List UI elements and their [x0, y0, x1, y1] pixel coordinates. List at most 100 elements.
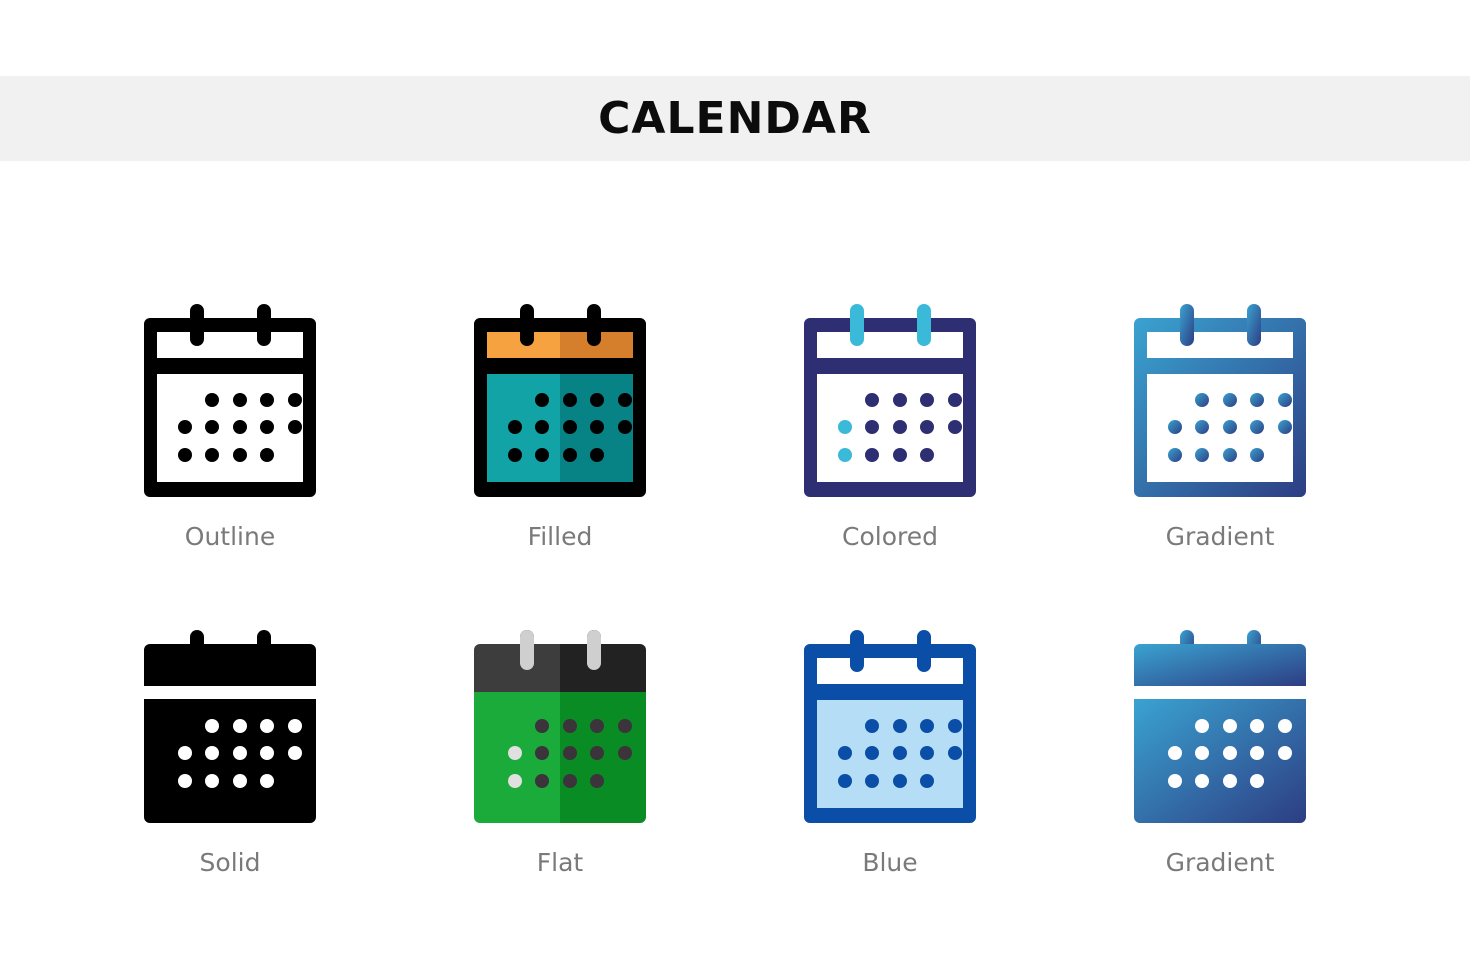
- calendar-day-dot: [865, 774, 879, 788]
- header-block: [144, 644, 316, 686]
- calendar-day-dot: [920, 420, 934, 434]
- header-fill: [474, 644, 560, 692]
- calendar-day-dot: [563, 448, 577, 462]
- calendar-day-dot: [893, 393, 907, 407]
- icon-label: Gradient: [1165, 522, 1275, 551]
- calendar-day-dot: [508, 774, 522, 788]
- calendar-day-dot: [838, 774, 852, 788]
- body-fill: [1143, 372, 1297, 484]
- calendar-day-dot: [1168, 746, 1182, 760]
- header-fill: [813, 656, 967, 686]
- calendar-day-dot: [590, 774, 604, 788]
- calendar-day-dot: [865, 420, 879, 434]
- calendar-day-dot: [260, 448, 274, 462]
- binder-ring: [917, 304, 931, 346]
- body-fill: [153, 372, 307, 484]
- calendar-outline-icon: [144, 304, 316, 497]
- calendar-day-dot: [508, 448, 522, 462]
- header-block: [1134, 644, 1306, 686]
- calendar-day-dot: [1223, 719, 1237, 733]
- calendar-day-dot: [948, 719, 962, 733]
- calendar-day-dot: [535, 420, 549, 434]
- calendar-day-dot: [1195, 746, 1209, 760]
- icon-label: Colored: [842, 522, 938, 551]
- calendar-day-dot: [618, 719, 632, 733]
- header-fill: [153, 330, 307, 360]
- calendar-day-dot: [288, 746, 302, 760]
- icon-card-outline: Outline: [100, 302, 360, 602]
- icon-card-filled: Filled: [430, 302, 690, 602]
- calendar-day-dot: [1195, 420, 1209, 434]
- calendar-day-dot: [205, 448, 219, 462]
- calendar-day-dot: [288, 719, 302, 733]
- calendar-day-dot: [535, 746, 549, 760]
- icon-label: Gradient: [1165, 848, 1275, 877]
- calendar-day-dot: [1278, 746, 1292, 760]
- calendar-gradient-solid-icon: [1134, 630, 1306, 823]
- calendar-day-dot: [1250, 719, 1264, 733]
- calendar-filled-icon: [474, 304, 646, 497]
- calendar-day-dot: [178, 420, 192, 434]
- calendar-day-dot: [233, 746, 247, 760]
- calendar-day-dot: [205, 719, 219, 733]
- binder-ring: [190, 304, 204, 346]
- calendar-day-dot: [233, 448, 247, 462]
- calendar-day-dot: [563, 774, 577, 788]
- calendar-day-dot: [920, 719, 934, 733]
- calendar-day-dot: [920, 393, 934, 407]
- calendar-day-dot: [563, 719, 577, 733]
- calendar-day-dot: [1168, 448, 1182, 462]
- calendar-day-dot: [1250, 420, 1264, 434]
- binder-ring: [1247, 304, 1261, 346]
- calendar-day-dot: [178, 774, 192, 788]
- calendar-day-dot: [535, 393, 549, 407]
- icon-card-blue: Blue: [760, 628, 1020, 928]
- calendar-day-dot: [838, 448, 852, 462]
- calendar-day-dot: [1223, 746, 1237, 760]
- calendar-day-dot: [1168, 774, 1182, 788]
- header-fill: [813, 330, 967, 360]
- calendar-day-dot: [920, 774, 934, 788]
- calendar-day-dot: [233, 774, 247, 788]
- calendar-day-dot: [618, 420, 632, 434]
- icon-label: Blue: [862, 848, 918, 877]
- calendar-day-dot: [618, 393, 632, 407]
- calendar-day-dot: [893, 448, 907, 462]
- calendar-day-dot: [260, 774, 274, 788]
- calendar-day-dot: [1250, 774, 1264, 788]
- calendar-day-dot: [563, 746, 577, 760]
- calendar-day-dot: [865, 719, 879, 733]
- calendar-day-dot: [233, 420, 247, 434]
- calendar-day-dot: [260, 420, 274, 434]
- calendar-day-dot: [260, 746, 274, 760]
- calendar-day-dot: [288, 420, 302, 434]
- calendar-day-dot: [838, 746, 852, 760]
- binder-ring: [257, 304, 271, 346]
- calendar-blue-icon: [804, 630, 976, 823]
- calendar-flat-icon: [474, 630, 646, 823]
- calendar-day-dot: [838, 420, 852, 434]
- calendar-day-dot: [205, 393, 219, 407]
- calendar-day-dot: [535, 774, 549, 788]
- calendar-day-dot: [233, 719, 247, 733]
- calendar-day-dot: [893, 719, 907, 733]
- body-fill: [813, 698, 967, 810]
- calendar-day-dot: [865, 448, 879, 462]
- page-title: CALENDAR: [598, 93, 872, 144]
- icon-label: Outline: [184, 522, 276, 551]
- calendar-day-dot: [233, 393, 247, 407]
- calendar-day-dot: [590, 746, 604, 760]
- calendar-day-dot: [288, 393, 302, 407]
- icon-card-flat: Flat: [430, 628, 690, 928]
- body-fill: [813, 372, 967, 484]
- calendar-day-dot: [1278, 393, 1292, 407]
- calendar-day-dot: [205, 420, 219, 434]
- calendar-day-dot: [1250, 393, 1264, 407]
- calendar-day-dot: [1278, 420, 1292, 434]
- binder-ring: [520, 304, 534, 346]
- header-fill-shade: [560, 644, 646, 692]
- calendar-day-dot: [865, 746, 879, 760]
- calendar-day-dot: [1168, 420, 1182, 434]
- calendar-day-dot: [618, 746, 632, 760]
- binder-ring: [587, 630, 601, 670]
